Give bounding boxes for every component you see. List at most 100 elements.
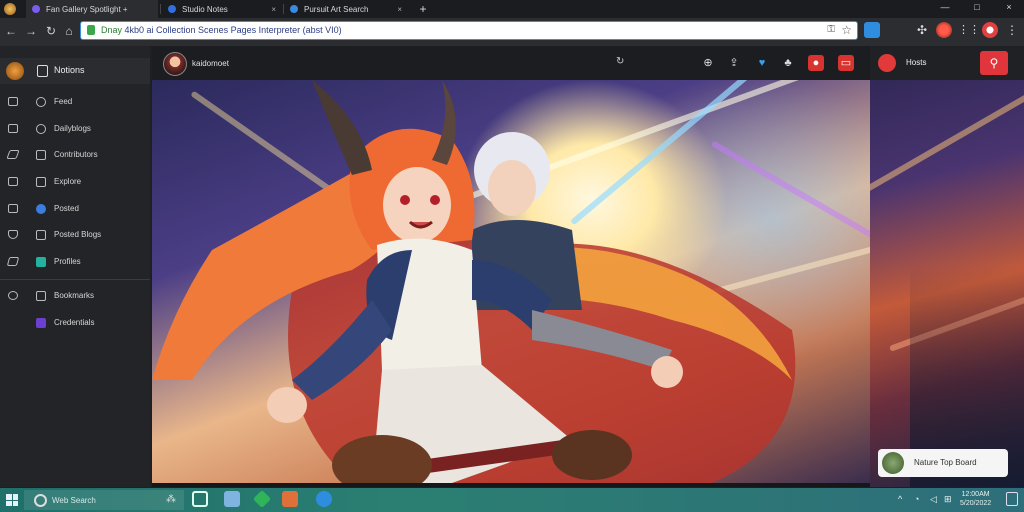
document-icon (37, 65, 48, 77)
tab-2[interactable]: Pursuit Art Search × (284, 0, 408, 18)
settings-icon (8, 291, 18, 300)
teal-square-icon (36, 257, 46, 267)
grid-icon[interactable]: ⋮⋮ (958, 22, 980, 38)
sidebar-item-label: Contributors (54, 150, 98, 159)
sidebar-item-explore[interactable]: Explore (0, 171, 150, 193)
window-close-button[interactable]: × (994, 0, 1024, 14)
hosts-logo-icon (878, 54, 896, 72)
sidebar-item-label: Posted Blogs (54, 230, 102, 239)
sidebar-item-contributors[interactable]: Contributors (0, 144, 150, 166)
microphone-icon[interactable]: ⁂ (166, 494, 176, 505)
globe-icon (36, 97, 46, 107)
right-panel-header: Hosts ⚲ (870, 46, 1024, 80)
minimize-button[interactable]: — (930, 0, 960, 14)
username[interactable]: kaidomoet (192, 59, 229, 68)
sidebar-item-bookmarks[interactable]: Bookmarks (0, 285, 150, 307)
home-icon (8, 177, 18, 186)
app-logo-icon (6, 62, 24, 80)
artwork-image[interactable] (152, 80, 870, 483)
forward-button[interactable]: → (24, 24, 38, 38)
shield-extension-icon[interactable] (864, 22, 880, 38)
right-panel: Hosts ⚲ Nature Top Board (870, 46, 1024, 487)
document-icon (36, 230, 46, 240)
sidebar-header[interactable]: Notions (0, 58, 150, 84)
right-panel-label: Hosts (906, 58, 927, 67)
taskbar-search[interactable]: Web Search ⁂ (24, 490, 184, 510)
sidebar-item-label: Profiles (54, 257, 81, 266)
bookmark-star-icon[interactable]: ☆ (841, 23, 852, 37)
clock-icon (36, 124, 46, 134)
volume-icon[interactable]: ◁ (930, 494, 937, 505)
clock[interactable]: 12:00AM 5/20/2022 (960, 490, 991, 508)
sidebar-header-label: Notions (54, 65, 85, 75)
url-text[interactable]: Dnay 4kb0 ai Collection Scenes Pages Int… (101, 25, 342, 35)
close-icon[interactable]: × (397, 5, 402, 14)
wifi-icon[interactable]: ◔ (914, 494, 919, 504)
news-icon (8, 124, 18, 133)
profile-avatar-icon[interactable] (982, 22, 998, 38)
sidebar: Notions Feed Dailyblogs Contributors Exp… (0, 46, 150, 487)
home-icon[interactable]: ⌂ (62, 24, 76, 38)
chevron-up-icon[interactable]: ^ (898, 494, 902, 504)
photos-icon[interactable] (282, 491, 298, 507)
tab-1[interactable]: Studio Notes × (162, 0, 282, 18)
key-icon[interactable]: ⚿ (827, 24, 835, 35)
sidebar-item-label: Dailyblogs (54, 124, 91, 133)
monitor-icon (8, 97, 18, 106)
maximize-button[interactable]: □ (962, 0, 992, 14)
star-icon (290, 5, 298, 13)
tab-title: Fan Gallery Spotlight + (46, 4, 128, 14)
tab-title: Studio Notes (182, 4, 228, 14)
new-tab-button[interactable]: + (414, 0, 432, 18)
puzzle-icon[interactable]: ✣ (914, 22, 930, 38)
purple-square-icon (36, 318, 46, 328)
image-icon (8, 204, 18, 213)
refresh-icon[interactable]: ↻ (616, 56, 624, 67)
sidebar-item-posted-blogs[interactable]: Posted Blogs (0, 224, 150, 246)
game-icon[interactable] (252, 489, 272, 509)
folder-icon[interactable] (224, 491, 240, 507)
fullscreen-icon[interactable]: ▭ (838, 55, 854, 71)
back-button[interactable]: ← (4, 24, 18, 38)
close-icon[interactable]: × (271, 5, 276, 14)
avatar[interactable] (163, 52, 187, 76)
pen-icon (6, 150, 20, 159)
document-icon (36, 291, 46, 301)
sidebar-item-profiles[interactable]: Profiles (0, 251, 150, 273)
heart-icon[interactable]: ♥ (754, 55, 770, 71)
notification-toast[interactable]: Nature Top Board (878, 449, 1008, 477)
network-icon[interactable]: ⊞ (944, 494, 952, 505)
sidebar-item-label: Bookmarks (54, 291, 95, 300)
sidebar-item-dailyblogs[interactable]: Dailyblogs (0, 118, 150, 140)
bell-icon[interactable]: ♣ (780, 55, 796, 71)
notification-center-icon[interactable] (1006, 492, 1018, 506)
shield-outline-icon (8, 230, 18, 239)
tab-0[interactable]: Fan Gallery Spotlight + (26, 0, 158, 18)
sidebar-divider (0, 279, 150, 280)
browser-icon[interactable] (316, 491, 332, 507)
browser-menu-icon[interactable] (4, 3, 16, 15)
search-placeholder: Web Search (52, 496, 96, 505)
tab-strip: Fan Gallery Spotlight + Studio Notes × P… (0, 0, 1024, 18)
sidebar-item-label: Explore (54, 177, 82, 186)
share-icon[interactable]: ⇪ (726, 55, 742, 71)
sidebar-item-feed[interactable]: Feed (0, 91, 150, 113)
document-icon (36, 150, 46, 160)
start-button[interactable] (6, 494, 18, 506)
task-view-icon[interactable] (192, 491, 208, 507)
purple-logo-icon (32, 5, 40, 13)
sidebar-item-credentials[interactable]: Credentials (0, 312, 150, 334)
reload-button[interactable]: ↻ (44, 24, 58, 38)
record-extension-icon[interactable] (936, 22, 952, 38)
character-illustration (152, 80, 796, 483)
address-bar[interactable]: Dnay 4kb0 ai Collection Scenes Pages Int… (80, 21, 858, 40)
record-icon[interactable]: ● (808, 55, 824, 71)
lock-icon (87, 25, 95, 35)
sidebar-item-posted[interactable]: Posted (0, 198, 150, 220)
user-icon[interactable]: ⚲ (980, 51, 1008, 75)
tag-icon (6, 257, 20, 266)
menu-dots-icon[interactable]: ⋮ (1004, 22, 1020, 38)
shield-icon (168, 5, 176, 13)
zoom-icon[interactable]: ⊕ (700, 55, 716, 71)
sidebar-item-label: Posted (54, 204, 79, 213)
